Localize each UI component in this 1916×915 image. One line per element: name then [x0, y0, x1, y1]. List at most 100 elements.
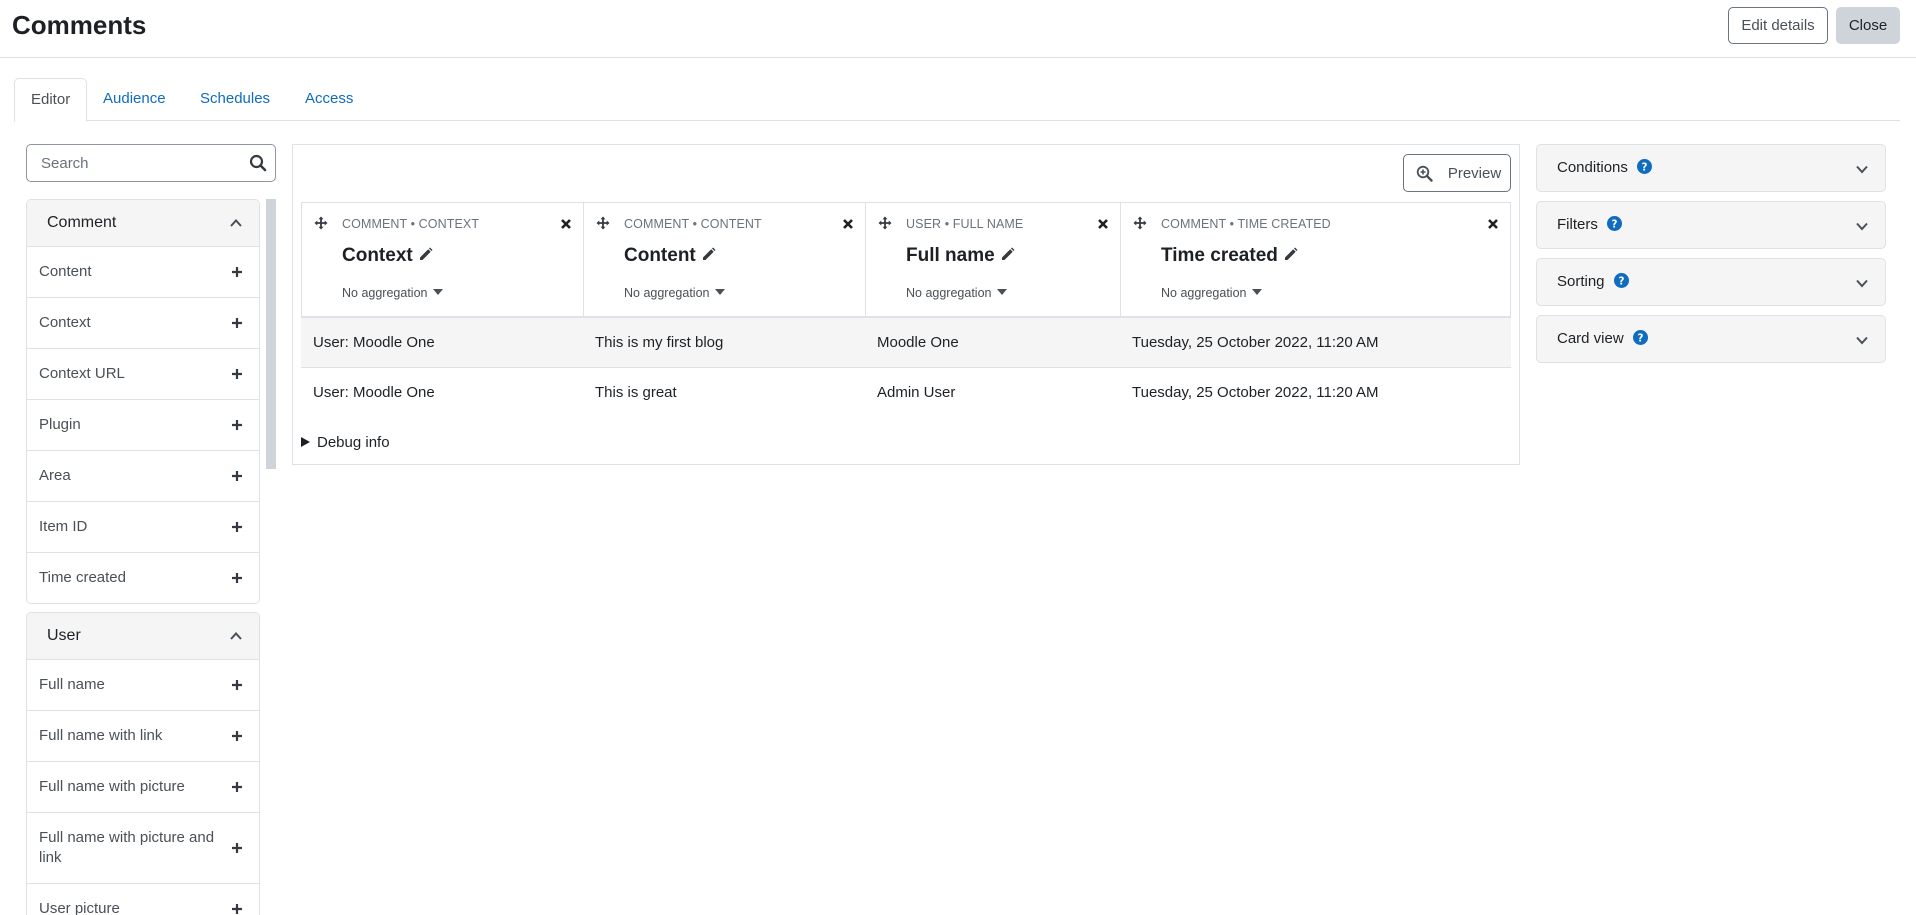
- plus-icon: [232, 267, 242, 277]
- chevron-down-icon: [1856, 336, 1868, 345]
- help-icon[interactable]: ?: [1632, 330, 1648, 345]
- table-cell: Admin User: [877, 384, 956, 401]
- aggregation-dropdown[interactable]: No aggregation: [906, 286, 1008, 300]
- column-source-label: Comment • Content: [624, 217, 762, 231]
- page-header: Comments Edit details Close: [0, 0, 1916, 58]
- plus-icon: [232, 573, 242, 583]
- preview-button[interactable]: Preview: [1403, 154, 1511, 192]
- search-input[interactable]: [39, 145, 239, 181]
- table-row: User: Moodle One This is my first blog M…: [301, 318, 1511, 368]
- edit-details-button[interactable]: Edit details: [1728, 7, 1828, 44]
- table-cell: Moodle One: [877, 334, 959, 351]
- column-title[interactable]: Context: [342, 245, 433, 267]
- field-item-label: Content: [39, 263, 92, 280]
- plus-icon: [232, 522, 242, 532]
- field-item-area[interactable]: Area: [27, 451, 259, 502]
- debug-info-label: Debug info: [317, 434, 390, 451]
- help-icon[interactable]: ?: [1613, 273, 1629, 288]
- aggregation-dropdown[interactable]: No aggregation: [624, 286, 726, 300]
- aggregation-value: No aggregation: [906, 286, 992, 300]
- column-source-label: User • Full name: [906, 217, 1024, 231]
- tab-access[interactable]: Access: [289, 78, 369, 121]
- svg-text:?: ?: [1611, 218, 1617, 230]
- aggregation-dropdown[interactable]: No aggregation: [342, 286, 444, 300]
- chevron-up-icon: [230, 219, 242, 227]
- preview-label: Preview: [1447, 165, 1502, 182]
- field-group-title: Comment: [47, 214, 117, 231]
- column-title[interactable]: Content: [624, 245, 716, 267]
- remove-column-icon[interactable]: [1488, 219, 1498, 229]
- tab-schedules[interactable]: Schedules: [184, 78, 286, 121]
- search-icon[interactable]: [249, 154, 267, 172]
- settings-sidebar: Conditions? Filters? Sorting? Card view?: [1536, 144, 1886, 372]
- svg-text:?: ?: [1618, 275, 1624, 287]
- move-icon[interactable]: [878, 216, 892, 230]
- pencil-icon[interactable]: [1000, 247, 1015, 262]
- caret-down-icon: [997, 289, 1008, 295]
- pencil-icon[interactable]: [418, 247, 433, 262]
- field-item-full-name-with-picture-and-link[interactable]: Full name with picture and link: [27, 813, 259, 884]
- field-item-time-created[interactable]: Time created: [27, 553, 259, 603]
- search-field: [26, 144, 276, 182]
- field-item-context[interactable]: Context: [27, 298, 259, 349]
- aggregation-value: No aggregation: [624, 286, 710, 300]
- column-title-text: Full name: [906, 245, 995, 266]
- caret-down-icon: [1252, 289, 1263, 295]
- field-item-full-name[interactable]: Full name: [27, 660, 259, 711]
- tab-bar: Editor Audience Schedules Access: [14, 78, 1900, 122]
- column-title[interactable]: Time created: [1161, 245, 1298, 267]
- chevron-up-icon: [230, 632, 242, 640]
- plus-icon: [232, 680, 242, 690]
- close-button[interactable]: Close: [1836, 7, 1900, 44]
- field-group-header-user[interactable]: User: [27, 613, 259, 660]
- caret-right-icon: [301, 437, 310, 447]
- column-source-label: Comment • Context: [342, 217, 480, 231]
- field-item-plugin[interactable]: Plugin: [27, 400, 259, 451]
- field-item-label: User picture: [39, 900, 120, 915]
- column-title[interactable]: Full name: [906, 245, 1015, 267]
- tab-editor[interactable]: Editor: [14, 78, 88, 122]
- settings-card-view[interactable]: Card view?: [1536, 315, 1886, 363]
- remove-column-icon[interactable]: [561, 219, 571, 229]
- settings-label: Sorting: [1557, 273, 1605, 290]
- field-item-label: Full name: [39, 676, 105, 693]
- table-cell: User: Moodle One: [313, 384, 435, 401]
- field-item-context-url[interactable]: Context URL: [27, 349, 259, 400]
- debug-info-toggle[interactable]: Debug info: [301, 434, 390, 451]
- column-header-context: Comment • Context Context No aggregation: [302, 203, 584, 317]
- field-item-label: Plugin: [39, 416, 81, 433]
- remove-column-icon[interactable]: [1098, 219, 1108, 229]
- field-group-header-comment[interactable]: Comment: [27, 200, 259, 247]
- field-item-full-name-with-picture[interactable]: Full name with picture: [27, 762, 259, 813]
- plus-icon: [232, 369, 242, 379]
- table-row: User: Moodle One This is great Admin Use…: [301, 368, 1511, 418]
- help-icon[interactable]: ?: [1636, 159, 1652, 174]
- plus-icon: [232, 782, 242, 792]
- field-item-label: Area: [39, 467, 71, 484]
- chevron-down-icon: [1856, 165, 1868, 174]
- zoom-in-icon: [1416, 165, 1433, 182]
- tab-audience[interactable]: Audience: [87, 78, 182, 121]
- field-item-content[interactable]: Content: [27, 247, 259, 298]
- pencil-icon[interactable]: [1283, 247, 1298, 262]
- move-icon[interactable]: [1133, 216, 1147, 230]
- settings-filters[interactable]: Filters?: [1536, 201, 1886, 249]
- help-icon[interactable]: ?: [1606, 216, 1622, 231]
- field-item-label: Full name with picture: [39, 778, 185, 795]
- field-group-comment: Comment Content Context Context URL Plug…: [26, 199, 260, 604]
- report-editor: Preview Comment • Context Context No agg…: [292, 144, 1520, 465]
- pencil-icon[interactable]: [701, 247, 716, 262]
- field-item-full-name-with-link[interactable]: Full name with link: [27, 711, 259, 762]
- column-header-full-name: User • Full name Full name No aggregatio…: [866, 203, 1121, 317]
- field-item-item-id[interactable]: Item ID: [27, 502, 259, 553]
- move-icon[interactable]: [314, 216, 328, 230]
- remove-column-icon[interactable]: [843, 219, 853, 229]
- settings-conditions[interactable]: Conditions?: [1536, 144, 1886, 192]
- settings-sorting[interactable]: Sorting?: [1536, 258, 1886, 306]
- aggregation-dropdown[interactable]: No aggregation: [1161, 286, 1263, 300]
- field-item-label: Context: [39, 314, 91, 331]
- move-icon[interactable]: [596, 216, 610, 230]
- caret-down-icon: [715, 289, 726, 295]
- plus-icon: [232, 318, 242, 328]
- field-item-user-picture[interactable]: User picture: [27, 884, 259, 915]
